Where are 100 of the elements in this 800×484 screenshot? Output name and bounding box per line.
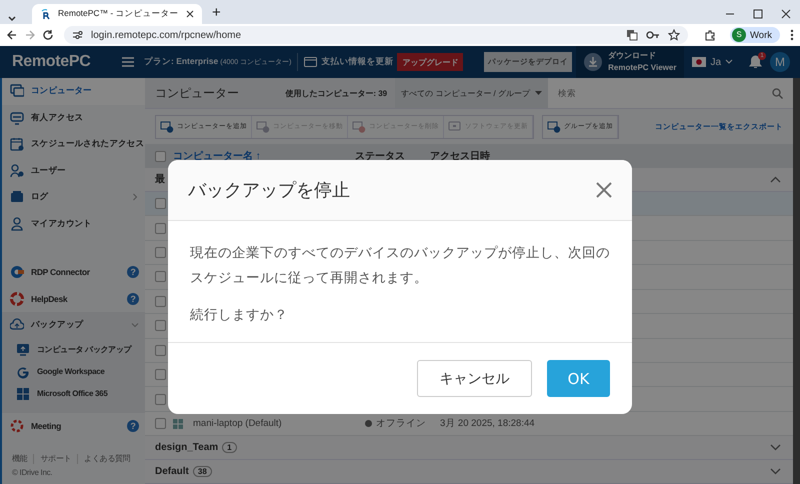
more-icon[interactable] (790, 29, 794, 41)
sidebar-subitem[interactable]: Microsoft Office 365 (2, 382, 145, 404)
user-avatar[interactable]: M (770, 52, 790, 72)
chevron-down-icon[interactable] (770, 468, 781, 476)
group-count: 38 (192, 466, 212, 478)
column-header: ステータス (355, 150, 406, 164)
bell-icon[interactable] (749, 55, 762, 69)
checkbox[interactable] (155, 320, 166, 332)
sidebar-icon (10, 164, 24, 178)
sidebar-icon (10, 110, 24, 125)
download-button[interactable]: ダウンロード RemotePC Viewer (576, 46, 684, 78)
sidebar-item[interactable]: マイアカウント (2, 210, 145, 237)
checkbox[interactable] (155, 369, 166, 380)
chevron-right-icon (131, 193, 139, 202)
plan-label: プラン: Enterprise (144, 56, 218, 68)
chevron-up-icon[interactable] (770, 176, 781, 183)
upgrade-button[interactable]: アップグレード (397, 53, 464, 71)
sidebar-item[interactable]: ユーザー (2, 158, 145, 184)
close-icon[interactable] (781, 9, 791, 19)
sidebar-item[interactable]: 有人アクセス (2, 104, 145, 131)
remotepc-icon (40, 8, 52, 20)
billing-link[interactable]: 支払い情報を更新 (304, 56, 394, 68)
star-icon[interactable] (668, 29, 680, 41)
sidebar-icon (10, 216, 24, 231)
column-header[interactable]: コンピューター名 ↑ (173, 149, 355, 164)
forward-icon[interactable] (24, 29, 36, 41)
extensions-icon[interactable] (704, 29, 716, 41)
dialog-title: バックアップを停止 (188, 179, 351, 202)
sidebar-item[interactable]: Meeting ? (2, 412, 145, 439)
help-icon[interactable]: ? (127, 266, 139, 278)
sidebar-item[interactable]: コンピューター (2, 78, 145, 104)
download-title: ダウンロード (608, 50, 658, 62)
site-settings-icon[interactable] (72, 30, 83, 40)
translate-icon[interactable] (626, 29, 638, 41)
checkbox[interactable] (155, 418, 166, 430)
search-field[interactable]: 検索 (548, 78, 793, 108)
column-header: アクセス日時 (430, 150, 491, 164)
checkbox[interactable] (155, 198, 166, 210)
status-text: オフライン (376, 417, 426, 430)
sidebar-icon (16, 364, 30, 378)
sidebar-subitem[interactable]: コンピュータ バックアップ (2, 338, 145, 360)
caret-icon (535, 90, 542, 96)
help-icon[interactable]: ? (127, 420, 139, 432)
checkbox[interactable] (155, 271, 166, 282)
checkbox[interactable] (155, 394, 166, 405)
sidebar-subitem[interactable]: Google Workspace (2, 360, 145, 382)
sidebar-icon (10, 418, 24, 433)
flag-icon (692, 57, 706, 67)
windows-icon (173, 418, 183, 429)
chevron-down-icon (131, 321, 139, 330)
group-name: design_Team (155, 442, 218, 454)
sidebar-item[interactable]: ログ (2, 184, 145, 210)
address-bar[interactable]: login.remotepc.com/rpcnew/home (64, 26, 688, 44)
close-icon[interactable] (186, 10, 194, 18)
reload-icon[interactable] (42, 29, 54, 41)
help-icon[interactable]: ? (127, 292, 139, 305)
checkbox[interactable] (155, 150, 166, 162)
key-icon[interactable] (646, 30, 660, 40)
menu-icon[interactable] (122, 57, 134, 67)
group-name: 最 (155, 172, 165, 186)
sidebar-item[interactable]: RDP Connector ? (2, 259, 145, 286)
group-count: 1 (222, 442, 237, 454)
profile-avatar: S (732, 28, 746, 42)
computer-count: 使用したコンピューター: 39 (284, 88, 388, 98)
back-icon[interactable] (6, 29, 18, 41)
new-tab-button[interactable]: + (208, 4, 225, 24)
checkbox[interactable] (155, 222, 166, 234)
dialog-message: 現在の企業下のすべてのデバイスのバックアップが停止し、次回のスケジュールに従って再開されます。 (190, 244, 610, 288)
checkbox[interactable] (155, 296, 166, 307)
sidebar-item[interactable]: HelpDesk ? (2, 286, 145, 312)
checkbox[interactable] (155, 344, 166, 356)
download-subtitle: RemotePC Viewer (608, 62, 676, 74)
computer-name[interactable]: mani-laptop (Default) (193, 418, 365, 430)
cancel-button[interactable]: キャンセル (417, 360, 532, 397)
profile-name: Work (750, 30, 772, 40)
profile-button[interactable]: S Work (730, 27, 780, 43)
footer-link[interactable]: よくある質問 (84, 453, 130, 464)
toolbar-icon (256, 120, 270, 133)
footer-link[interactable]: 機能 (12, 453, 28, 464)
dialog-question: 続行しますか？ (190, 306, 289, 325)
logo[interactable]: RemotePC (12, 53, 122, 71)
group-filter[interactable]: すべての コンピューター / グループ (395, 78, 548, 108)
group-name: Default (155, 466, 189, 478)
language-selector[interactable]: Ja (692, 56, 733, 68)
toolbar-icon (352, 120, 366, 133)
browser-tab[interactable]: RemotePC™ - コンピューター (32, 4, 202, 24)
sidebar-icon (10, 292, 24, 306)
footer-link[interactable]: サポート (40, 453, 72, 464)
ok-button[interactable]: OK (547, 360, 610, 397)
copyright: © IDrive Inc. (12, 468, 54, 477)
toolbar-icon (160, 120, 174, 133)
sidebar-item[interactable]: スケジュールされたアクセス (2, 131, 145, 158)
search-icon[interactable] (772, 88, 783, 99)
sidebar-item[interactable]: バックアップ (2, 312, 145, 338)
sidebar-icon (10, 190, 24, 204)
sidebar-icon (16, 342, 30, 356)
chevron-down-icon[interactable] (770, 444, 781, 452)
checkbox[interactable] (155, 247, 166, 258)
page-title: コンピューター (154, 84, 240, 102)
maximize-icon[interactable] (753, 9, 763, 19)
